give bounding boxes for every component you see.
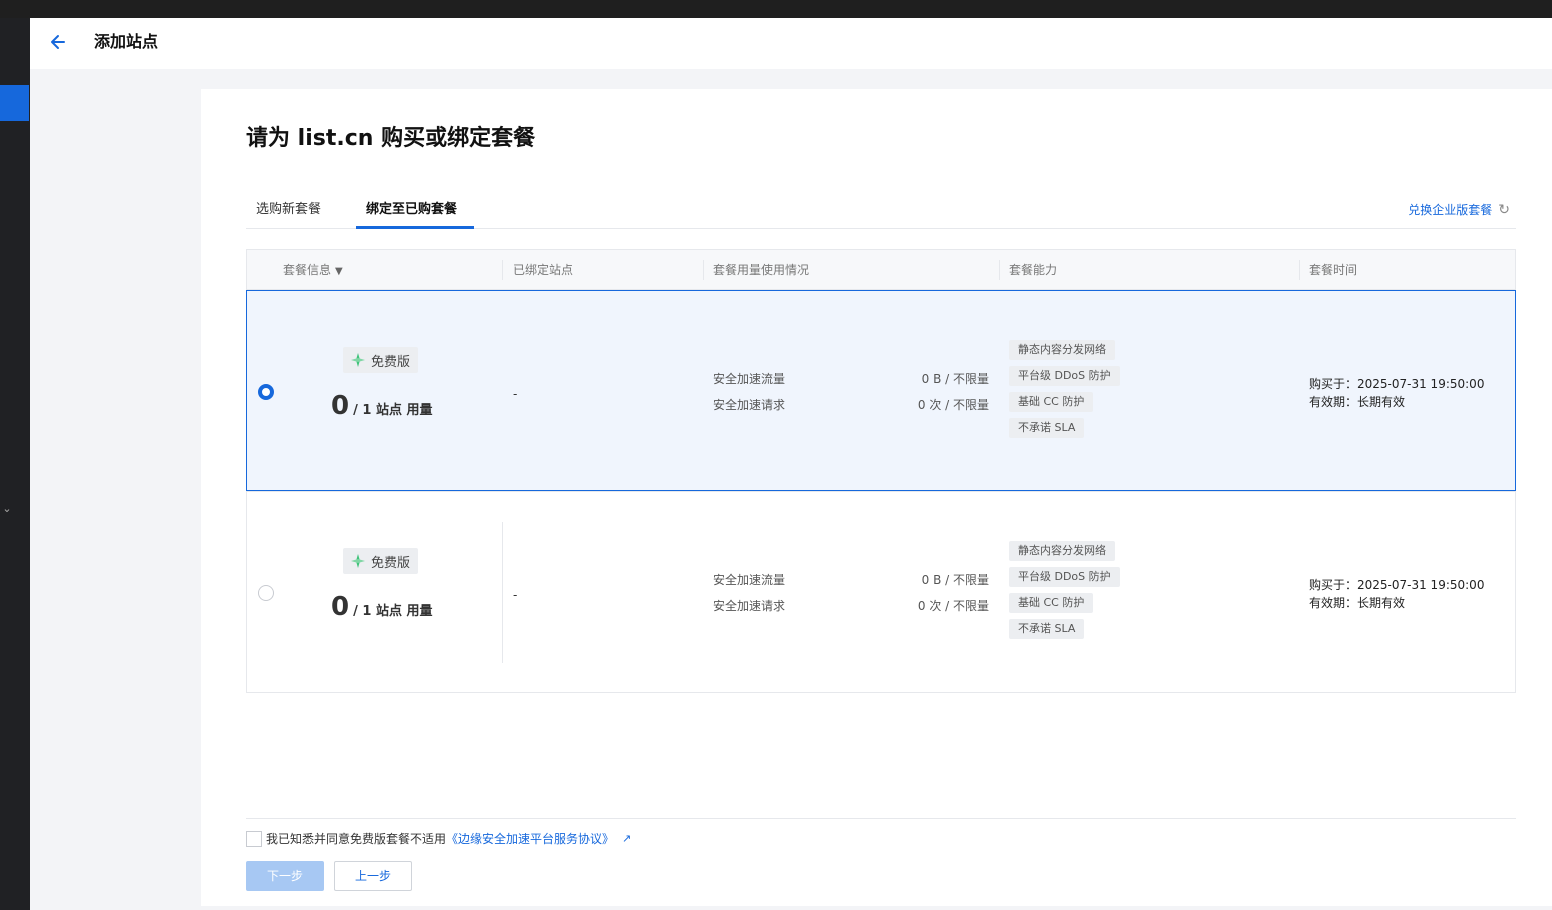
plan-usage: 0/ 1 站点 用量 xyxy=(331,592,481,622)
capability-tags: 静态内容分发网络 平台级 DDoS 防护 基础 CC 防护 不承诺 SLA xyxy=(1009,340,1120,444)
requests-value: 0 次 / 不限量 xyxy=(917,599,989,613)
capability-tag: 静态内容分发网络 xyxy=(1009,340,1115,360)
column-header-bound-sites: 已绑定站点 xyxy=(513,263,574,277)
next-button[interactable]: 下一步 xyxy=(246,861,324,891)
usage-count: 0 xyxy=(331,592,350,622)
traffic-label: 安全加速流量 xyxy=(713,573,786,587)
plan-radio[interactable] xyxy=(258,384,274,400)
column-header-usage: 套餐用量使用情况 xyxy=(713,263,810,277)
sidebar: ⌄ xyxy=(0,18,30,910)
main-card: 请为 list.cn 购买或绑定套餐 选购新套餐 绑定至已购套餐 兑换企业版套餐… xyxy=(201,89,1552,906)
plan-logo-icon xyxy=(351,353,365,367)
capability-tag: 基础 CC 防护 xyxy=(1009,593,1094,613)
footer-divider xyxy=(246,818,1516,819)
plan-usage: 0/ 1 站点 用量 xyxy=(331,391,481,421)
capability-tag: 不承诺 SLA xyxy=(1009,418,1085,438)
capability-tag: 平台级 DDoS 防护 xyxy=(1009,567,1120,587)
sidebar-active-item[interactable] xyxy=(0,85,29,121)
exchange-enterprise-link[interactable]: 兑换企业版套餐 ↻ xyxy=(1408,201,1510,219)
requests-label: 安全加速请求 xyxy=(713,398,786,412)
filter-icon[interactable]: ▼ xyxy=(335,264,343,280)
page-title: 添加站点 xyxy=(94,32,159,51)
plan-logo-icon xyxy=(351,554,365,568)
purchase-date: 购买于：2025-07-31 19:50:00 xyxy=(1309,578,1485,592)
agreement: 我已知悉并同意免费版套餐不适用 《边缘安全加速平台服务协议》 ↗ xyxy=(246,831,631,847)
exchange-enterprise-label: 兑换企业版套餐 xyxy=(1408,203,1493,217)
plan-name: 免费版 xyxy=(371,354,411,370)
column-divider xyxy=(502,522,503,663)
agreement-text: 我已知悉并同意免费版套餐不适用 xyxy=(266,832,447,846)
traffic-label: 安全加速流量 xyxy=(713,372,786,386)
refresh-icon[interactable]: ↻ xyxy=(1498,201,1510,219)
traffic-value: 0 B / 不限量 xyxy=(921,372,989,386)
tab-bar: 选购新套餐 绑定至已购套餐 兑换企业版套餐 ↻ xyxy=(246,193,1516,229)
table-row[interactable]: 免费版 0/ 1 站点 用量 - 安全加速流量 0 B / 不限量 安全加速请求… xyxy=(246,290,1516,491)
requests-label: 安全加速请求 xyxy=(713,599,786,613)
purchase-date: 购买于：2025-07-31 19:50:00 xyxy=(1309,377,1485,391)
usage-suffix: / 1 站点 用量 xyxy=(353,403,433,418)
plan-radio[interactable] xyxy=(258,585,274,601)
usage-suffix: / 1 站点 用量 xyxy=(353,604,433,619)
column-header-plan-info: 套餐信息 ▼ xyxy=(283,262,343,280)
bound-site-value: - xyxy=(513,588,518,602)
back-arrow-icon[interactable] xyxy=(48,32,68,52)
chevron-down-icon[interactable]: ⌄ xyxy=(0,502,14,516)
table-header: 套餐信息 ▼ 已绑定站点 套餐用量使用情况 套餐能力 套餐时间 xyxy=(247,250,1515,290)
plan-name: 免费版 xyxy=(371,555,411,571)
validity: 有效期：长期有效 xyxy=(1309,596,1406,610)
active-tab-indicator xyxy=(356,226,474,229)
traffic-value: 0 B / 不限量 xyxy=(921,573,989,587)
page-heading: 请为 list.cn 购买或绑定套餐 xyxy=(246,126,536,151)
validity: 有效期：长期有效 xyxy=(1309,395,1406,409)
external-link-icon[interactable]: ↗ xyxy=(622,831,631,847)
requests-value: 0 次 / 不限量 xyxy=(917,398,989,412)
plan-badge: 免费版 xyxy=(343,347,419,373)
capability-tags: 静态内容分发网络 平台级 DDoS 防护 基础 CC 防护 不承诺 SLA xyxy=(1009,541,1120,645)
capability-tag: 平台级 DDoS 防护 xyxy=(1009,366,1120,386)
tab-buy-new-plan[interactable]: 选购新套餐 xyxy=(256,201,321,219)
plan-badge: 免费版 xyxy=(343,548,419,574)
tab-bind-existing-plan[interactable]: 绑定至已购套餐 xyxy=(366,201,457,219)
capability-tag: 基础 CC 防护 xyxy=(1009,392,1094,412)
agreement-checkbox[interactable] xyxy=(246,831,262,847)
table-row[interactable]: 免费版 0/ 1 站点 用量 - 安全加速流量 0 B / 不限量 安全加速请求… xyxy=(247,491,1515,692)
bound-site-value: - xyxy=(513,387,518,401)
column-header-capabilities: 套餐能力 xyxy=(1009,263,1058,277)
plan-time: 购买于：2025-07-31 19:50:00 有效期：长期有效 xyxy=(1309,576,1484,612)
usage-count: 0 xyxy=(331,391,350,421)
top-bar xyxy=(0,0,1552,18)
plan-time: 购买于：2025-07-31 19:50:00 有效期：长期有效 xyxy=(1309,375,1484,411)
agreement-link[interactable]: 《边缘安全加速平台服务协议》 xyxy=(446,831,614,847)
plan-table: 套餐信息 ▼ 已绑定站点 套餐用量使用情况 套餐能力 套餐时间 免费版 0/ 1 … xyxy=(246,249,1516,693)
capability-tag: 静态内容分发网络 xyxy=(1009,541,1115,561)
capability-tag: 不承诺 SLA xyxy=(1009,619,1085,639)
page-header: 添加站点 xyxy=(30,18,1552,69)
prev-button[interactable]: 上一步 xyxy=(334,861,412,891)
column-header-plan-time: 套餐时间 xyxy=(1309,263,1358,277)
